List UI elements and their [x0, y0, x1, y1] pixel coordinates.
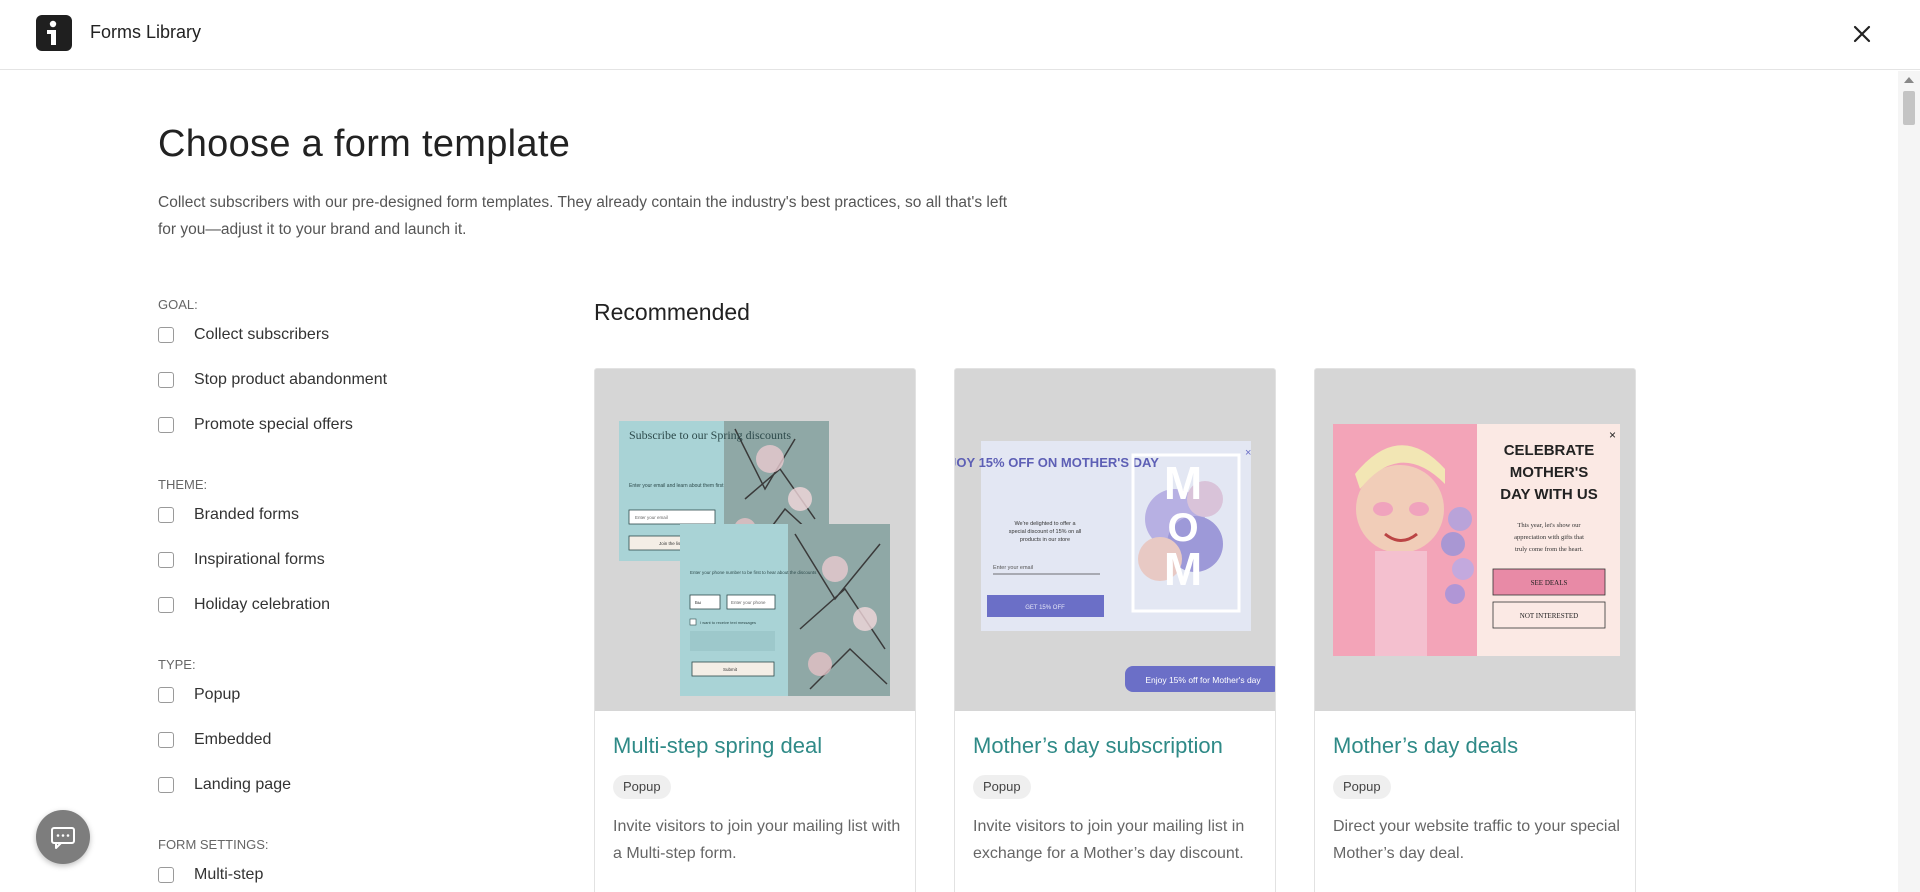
close-icon[interactable] [1849, 21, 1875, 47]
filter-branded-forms[interactable]: Branded forms [158, 504, 299, 526]
template-preview-image: Subscribe to our Spring discounts Enter … [595, 369, 915, 711]
checkbox-icon[interactable] [158, 417, 174, 433]
preview-text: DAY WITH US [1500, 486, 1598, 503]
preview-text: SEE DEALS [1531, 579, 1568, 587]
checkbox-icon[interactable] [158, 732, 174, 748]
preview-text: Enjoy 15% off for Mother's day [1145, 675, 1261, 685]
filter-label: Inspirational forms [194, 551, 325, 568]
filter-label: Branded forms [194, 506, 299, 523]
filter-label: Landing page [194, 776, 291, 793]
preview-text: This year, let's show our [1517, 522, 1581, 529]
filter-holiday-celebration[interactable]: Holiday celebration [158, 594, 330, 616]
filter-goal-heading: GOAL: [158, 297, 198, 312]
preview-text: M [1164, 457, 1202, 509]
chat-icon [51, 827, 75, 849]
chat-button[interactable] [36, 810, 90, 864]
preview-text: Submit [723, 667, 738, 672]
preview-text: Join the list [659, 541, 682, 546]
filter-theme-heading: THEME: [158, 477, 208, 492]
checkbox-icon[interactable] [158, 687, 174, 703]
top-bar: Forms Library [0, 0, 1920, 70]
preview-text: Enter your email and learn about them fi… [629, 483, 724, 489]
scroll-thumb[interactable] [1903, 91, 1915, 125]
preview-text: We're delighted to offer a [1014, 521, 1076, 527]
template-description: Invite visitors to join your mailing lis… [973, 818, 1245, 862]
filter-landing-page[interactable]: Landing page [158, 774, 291, 796]
preview-text: Enter your phone [731, 600, 766, 605]
preview-text: Subscribe to our Spring discounts [629, 428, 791, 442]
app-logo-icon [36, 15, 72, 51]
scroll-up-arrow-icon[interactable] [1904, 77, 1914, 83]
filter-type-heading: TYPE: [158, 657, 196, 672]
preview-text: ENJOY 15% OFF ON MOTHER'S DAY [955, 455, 1159, 470]
preview-text: CELEBRATE [1504, 442, 1595, 459]
preview-text: special discount of 15% on all [1009, 529, 1081, 535]
filter-label: Collect subscribers [194, 326, 330, 343]
preview-text: Enter your email [635, 515, 668, 520]
filter-collect-subscribers[interactable]: Collect subscribers [158, 324, 329, 346]
template-title[interactable]: Mother’s day subscription [973, 733, 1223, 759]
template-type-badge: Popup [973, 775, 1031, 799]
page-scrollbar[interactable] [1898, 71, 1920, 892]
main-content: Choose a form template Collect subscribe… [0, 71, 1898, 892]
template-card-mothers-day-subscription[interactable]: × ENJOY 15% OFF ON MOTHER'S DAY We're de… [954, 368, 1276, 892]
checkbox-icon[interactable] [158, 372, 174, 388]
checkbox-icon[interactable] [158, 507, 174, 523]
preview-text: Enter your email [993, 565, 1033, 571]
preview-text: MOTHER'S [1510, 464, 1589, 481]
preview-text: products in our store [1020, 537, 1070, 543]
preview-text: truly come from the heart. [1515, 546, 1583, 553]
close-icon: × [1609, 428, 1616, 442]
template-type-badge: Popup [613, 775, 671, 799]
filter-inspirational-forms[interactable]: Inspirational forms [158, 549, 325, 571]
filter-label: Multi-step [194, 866, 264, 883]
template-preview-image: × ENJOY 15% OFF ON MOTHER'S DAY We're de… [955, 369, 1275, 711]
template-description: Direct your website traffic to your spec… [1333, 818, 1620, 862]
page-description: Collect subscribers with our pre-designe… [158, 194, 1008, 238]
checkbox-icon[interactable] [158, 327, 174, 343]
filter-label: Promote special offers [194, 416, 353, 433]
app-title: Forms Library [90, 22, 202, 42]
filter-settings-heading: FORM SETTINGS: [158, 837, 269, 852]
close-icon: × [1245, 447, 1251, 459]
section-title-recommended: Recommended [594, 299, 750, 325]
filter-multi-step[interactable]: Multi-step [158, 864, 263, 886]
filter-popup[interactable]: Popup [158, 684, 240, 706]
checkbox-icon[interactable] [158, 552, 174, 568]
preview-text: NOT INTERESTED [1520, 612, 1578, 620]
template-description: Invite visitors to join your mailing lis… [613, 818, 901, 862]
filter-embedded[interactable]: Embedded [158, 729, 271, 751]
checkbox-icon[interactable] [158, 777, 174, 793]
preview-text: Бы [695, 600, 701, 605]
page-title: Choose a form template [158, 123, 571, 165]
template-card-mothers-day-deals[interactable]: × CELEBRATE MOTHER'S DAY WITH US This ye… [1314, 368, 1636, 892]
template-preview-image: × CELEBRATE MOTHER'S DAY WITH US This ye… [1315, 369, 1635, 711]
checkbox-icon[interactable] [158, 867, 174, 883]
filter-promote-special-offers[interactable]: Promote special offers [158, 414, 353, 436]
template-title[interactable]: Mother’s day deals [1333, 733, 1518, 759]
template-card-multi-step-spring-deal[interactable]: Subscribe to our Spring discounts Enter … [594, 368, 916, 892]
filter-label: Stop product abandonment [194, 371, 388, 388]
preview-text: Enter your phone number to be first to h… [690, 570, 817, 575]
filter-label: Embedded [194, 731, 272, 748]
preview-text: GET 15% OFF [1025, 605, 1065, 611]
template-title[interactable]: Multi-step spring deal [613, 733, 822, 759]
preview-text: I want to receive text messages [700, 620, 756, 625]
preview-text: M [1164, 543, 1202, 595]
filter-stop-product-abandonment[interactable]: Stop product abandonment [158, 369, 387, 391]
template-type-badge: Popup [1333, 775, 1391, 799]
filter-label: Holiday celebration [194, 596, 331, 613]
preview-text: appreciation with gifts that [1514, 534, 1584, 541]
filter-label: Popup [194, 686, 241, 703]
checkbox-icon[interactable] [158, 597, 174, 613]
